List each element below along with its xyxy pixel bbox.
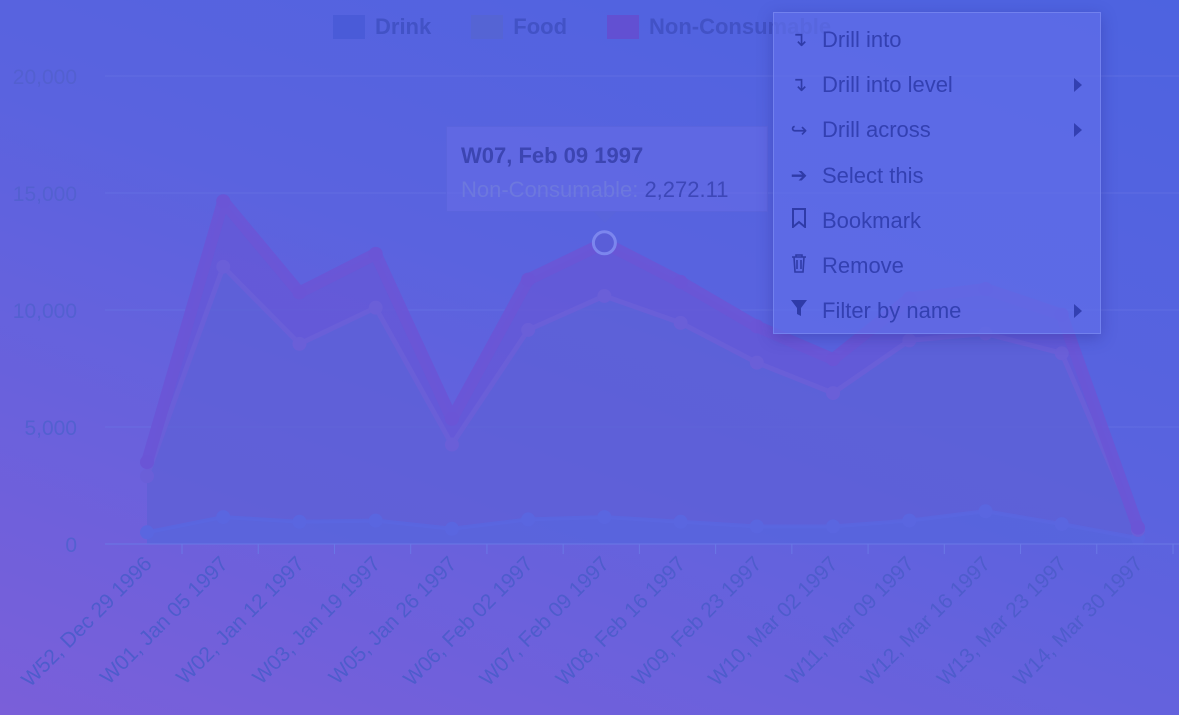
menu-item-label: Bookmark bbox=[822, 207, 922, 233]
data-point bbox=[292, 285, 307, 300]
data-point bbox=[673, 315, 688, 330]
data-point bbox=[978, 504, 993, 519]
legend-swatch-food bbox=[471, 15, 504, 39]
trash-icon bbox=[788, 253, 810, 279]
data-point bbox=[368, 513, 383, 528]
data-point bbox=[1054, 346, 1069, 361]
data-point bbox=[902, 513, 917, 528]
x-tick-label: W13, Mar 23 1997 bbox=[933, 552, 1071, 690]
legend-swatch-non-consumable bbox=[607, 15, 640, 39]
submenu-arrow-icon bbox=[1074, 304, 1082, 319]
y-tick-label: 20,000 bbox=[13, 66, 77, 89]
x-axis: W52, Dec 29 1996W01, Jan 05 1997W02, Jan… bbox=[17, 543, 1179, 692]
x-tick-label: W03, Jan 19 1997 bbox=[248, 552, 385, 689]
tooltip-row: Non-Consumable: 2,272.11 bbox=[461, 177, 753, 203]
drill-into-icon: ↴ bbox=[790, 29, 808, 52]
data-point bbox=[826, 352, 841, 367]
x-tick-label: W02, Jan 12 1997 bbox=[172, 552, 309, 689]
data-point bbox=[140, 455, 154, 470]
chart-tooltip: W07, Feb 09 1997 Non-Consumable: 2,272.1… bbox=[446, 126, 768, 223]
menu-item-filter-by-name[interactable]: Filter by name bbox=[774, 289, 1100, 334]
x-tick-label: W14, Mar 30 1997 bbox=[1009, 552, 1147, 690]
menu-item-remove[interactable]: Remove bbox=[774, 243, 1100, 288]
data-point bbox=[216, 510, 231, 525]
data-point bbox=[749, 519, 764, 534]
chart-legend: Drink Food Non-Consumable bbox=[333, 14, 831, 40]
data-point bbox=[749, 355, 764, 370]
data-point bbox=[902, 333, 917, 348]
data-point bbox=[521, 512, 536, 527]
arrow-right-icon: ➔ bbox=[790, 165, 808, 188]
tooltip-value: 2,272.11 bbox=[644, 177, 729, 202]
tooltip-pointer bbox=[593, 211, 617, 223]
x-tick-label: W01, Jan 05 1997 bbox=[96, 552, 233, 689]
y-tick-label: 0 bbox=[65, 534, 77, 557]
y-tick-label: 5,000 bbox=[24, 417, 77, 440]
x-tick-label: W52, Dec 29 1996 bbox=[17, 552, 156, 691]
data-point bbox=[444, 411, 459, 426]
data-point bbox=[292, 336, 307, 351]
menu-item-label: Drill into level bbox=[822, 71, 953, 97]
bookmark-icon bbox=[788, 207, 810, 234]
data-point bbox=[673, 274, 688, 289]
legend-label-drink: Drink bbox=[375, 14, 432, 39]
data-point bbox=[597, 510, 612, 525]
data-point bbox=[368, 246, 383, 261]
y-axis: 0 5,000 10,000 15,000 20,000 bbox=[13, 66, 77, 557]
x-tick-label: W09, Feb 23 1997 bbox=[628, 552, 766, 690]
menu-item-drill-across[interactable]: ↪ Drill across bbox=[774, 108, 1100, 153]
menu-item-label: Drill across bbox=[822, 117, 931, 143]
x-tick-label: W05, Jan 26 1997 bbox=[325, 552, 462, 689]
y-tick-label: 15,000 bbox=[13, 183, 77, 206]
data-point bbox=[444, 521, 459, 536]
data-point bbox=[521, 322, 536, 337]
data-point bbox=[591, 230, 617, 256]
data-point bbox=[749, 319, 764, 334]
legend-label-food: Food bbox=[513, 14, 568, 39]
menu-item-drill-into-level[interactable]: ↴ Drill into level bbox=[774, 62, 1100, 107]
data-point bbox=[521, 272, 536, 287]
data-point bbox=[673, 514, 688, 529]
x-tick-label: W08, Feb 16 1997 bbox=[552, 552, 690, 690]
data-point bbox=[1131, 520, 1145, 535]
tooltip-title: W07, Feb 09 1997 bbox=[461, 143, 644, 168]
x-tick-label: W10, Mar 02 1997 bbox=[704, 552, 842, 690]
menu-item-label: Drill into bbox=[822, 26, 902, 52]
legend-swatch-drink bbox=[333, 15, 365, 39]
data-point bbox=[216, 259, 231, 274]
data-point bbox=[140, 525, 154, 540]
menu-item-bookmark[interactable]: Bookmark bbox=[774, 198, 1100, 243]
share-arrow-icon: ↪ bbox=[790, 119, 808, 142]
menu-item-label: Select this bbox=[822, 162, 924, 188]
x-tick-label: W12, Mar 16 1997 bbox=[857, 552, 995, 690]
x-tick-label: W11, Mar 09 1997 bbox=[782, 552, 919, 689]
x-tick-label: W07, Feb 09 1997 bbox=[475, 552, 613, 690]
tooltip-series-label: Non-Consumable: bbox=[461, 177, 639, 202]
data-point bbox=[444, 437, 459, 452]
filter-icon bbox=[788, 299, 810, 323]
context-menu: ↴ Drill into ↴ Drill into level ↪ Drill … bbox=[773, 12, 1101, 334]
menu-item-label: Filter by name bbox=[822, 298, 962, 324]
data-point bbox=[1054, 517, 1069, 532]
legend-item-drink[interactable]: Drink bbox=[333, 14, 431, 40]
y-tick-label: 10,000 bbox=[13, 300, 77, 323]
submenu-arrow-icon bbox=[1074, 123, 1082, 138]
drill-level-icon: ↴ bbox=[790, 74, 808, 97]
x-tick-label: W06, Feb 02 1997 bbox=[399, 552, 537, 690]
data-point bbox=[368, 300, 383, 315]
data-point bbox=[597, 288, 612, 303]
data-point bbox=[216, 194, 231, 209]
submenu-arrow-icon bbox=[1074, 77, 1082, 92]
data-point bbox=[826, 386, 841, 401]
menu-item-label: Remove bbox=[822, 253, 904, 279]
legend-item-food[interactable]: Food bbox=[471, 14, 567, 40]
data-point bbox=[140, 469, 154, 484]
menu-item-drill-into[interactable]: ↴ Drill into bbox=[774, 17, 1100, 62]
data-point bbox=[292, 514, 307, 529]
data-point bbox=[826, 519, 841, 534]
menu-item-select-this[interactable]: ➔ Select this bbox=[774, 153, 1100, 198]
